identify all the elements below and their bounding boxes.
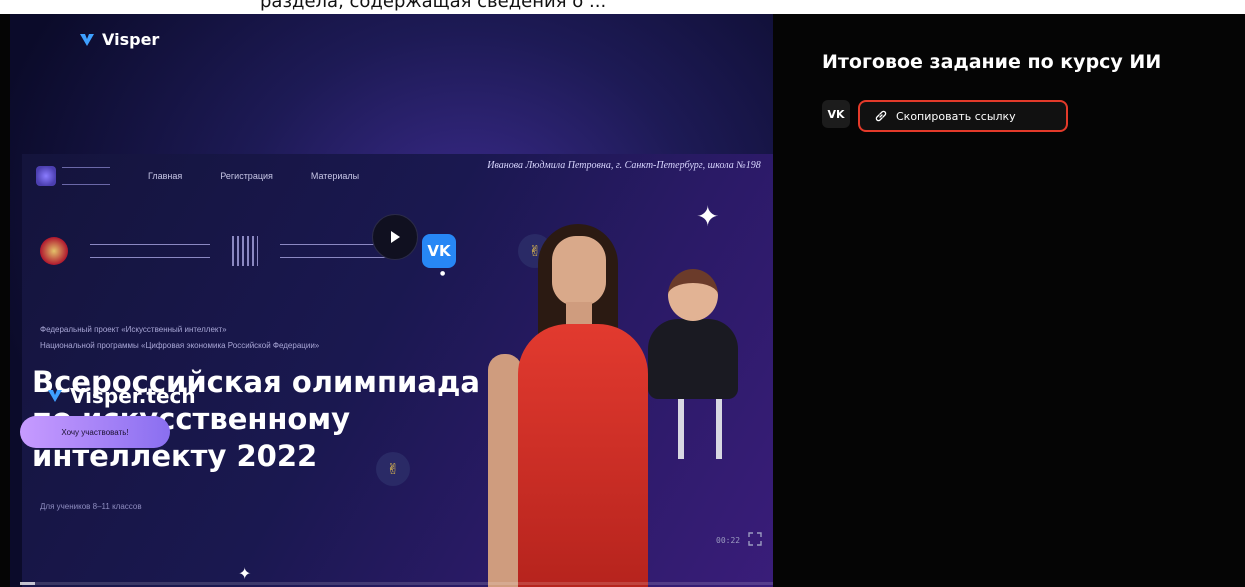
presenter-arm [488,354,522,587]
sparkle-icon: ✦ [696,200,720,233]
cartoon-avatar [638,269,758,469]
slide-author: Иванова Людмила Петровна, г. Санкт-Петер… [487,160,761,171]
visper-brand: Visper [80,30,159,49]
vk-share-button[interactable]: VK [822,100,850,128]
subtitle-line: Национальной программы «Цифровая экономи… [40,341,320,350]
share-panel: Итоговое задание по курсу ИИ VK Скопиров… [773,14,1245,587]
slide-nav: Главная Регистрация Материалы [36,166,359,186]
video-timer: 00:22 [716,536,741,545]
slide-nav-item: Главная [148,171,183,181]
copy-link-label: Скопировать ссылку [896,109,1016,123]
video-page-frame: Visper Главная Регистрация Материалы Ива… [0,14,1245,587]
emblem-icon [40,237,68,265]
slide-nav-item: Регистрация [220,171,273,181]
visper-logo-icon [80,33,94,46]
sparkle-icon: ● [440,270,446,277]
emoji-bubble-icon: ✌ [376,452,410,486]
sparkle-icon: ✦ [238,564,252,583]
clipped-caption: раздела, содержащая сведения о ... [260,0,607,12]
link-icon [875,110,887,122]
video-progress-fill [20,582,36,585]
visper-logo-icon [48,390,62,402]
copy-link-button[interactable]: Скопировать ссылку [858,100,1068,132]
participate-button[interactable]: Хочу участвовать! [20,416,170,448]
slide-logo-text [62,167,110,185]
slide-grades: Для учеников 8–11 классов [40,502,142,511]
slide-logo [36,166,110,186]
play-button[interactable] [372,214,418,260]
slide-logo-icon [36,166,56,186]
visper-watermark: Visper.tech [48,384,196,408]
slide-nav-item: Материалы [310,171,360,181]
panel-heading: Итоговое задание по курсу ИИ [822,51,1162,73]
avatar-chair [678,389,722,459]
top-clipped-text: раздела, содержащая сведения о ... [0,0,1245,14]
video-progress-bar[interactable] [20,582,773,585]
avatar-head [668,269,718,321]
avatar-body [648,319,738,399]
subtitle-line: Федеральный проект «Искусственный интелл… [40,325,227,334]
play-icon [391,231,400,243]
vk-logo-icon: VK [422,234,456,268]
fullscreen-icon[interactable] [748,532,762,546]
partner-text [90,244,210,258]
column-icon [232,236,258,266]
watermark-text: Visper.tech [70,384,196,408]
brand-name: Visper [102,30,160,49]
video-player[interactable]: Visper Главная Регистрация Материалы Ива… [10,14,773,587]
slide-subtitle: Федеральный проект «Искусственный интелл… [40,322,319,354]
presenter-face [552,236,606,306]
presenter-dress [518,324,648,587]
